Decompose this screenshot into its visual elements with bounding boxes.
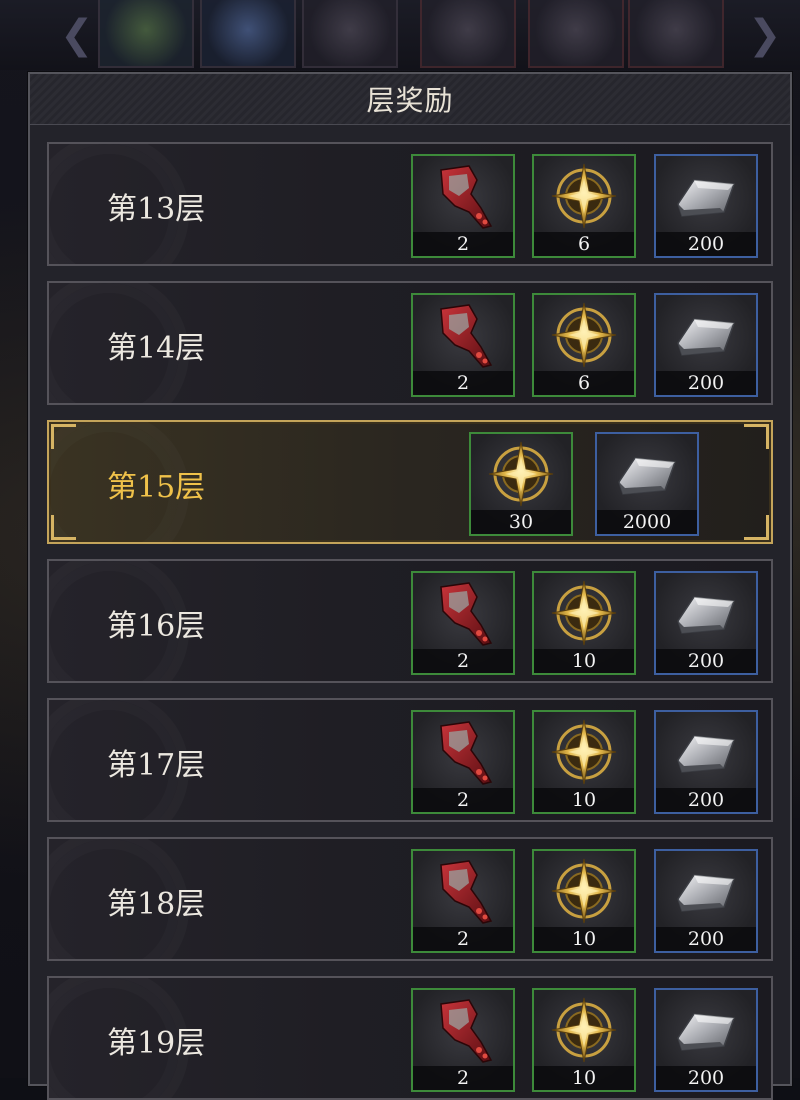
reward-item-shard[interactable]: 2 <box>411 849 515 953</box>
reward-quantity: 200 <box>656 927 756 951</box>
gold-corner-ornament <box>51 424 76 449</box>
reward-item-shard[interactable]: 2 <box>411 293 515 397</box>
top-tab-1[interactable] <box>98 0 194 68</box>
floor-row: 第16层 2 10 200 <box>47 559 773 683</box>
top-tab-2[interactable] <box>200 0 296 68</box>
reward-item-compass[interactable]: 10 <box>532 849 636 953</box>
top-tab-strip: ❮ ❯ <box>0 0 800 70</box>
reward-item-ingot[interactable]: 200 <box>654 293 758 397</box>
reward-item-compass[interactable]: 6 <box>532 154 636 258</box>
gold-corner-ornament <box>51 515 76 540</box>
floor-row: 第14层 2 6 200 <box>47 281 773 405</box>
reward-item-compass[interactable]: 10 <box>532 988 636 1092</box>
reward-quantity: 2000 <box>597 510 697 534</box>
floor-label: 第15层 <box>107 470 206 505</box>
floor-row: 第15层 30 2000 <box>47 420 773 544</box>
reward-quantity: 200 <box>656 232 756 256</box>
top-tab-5[interactable] <box>528 0 624 68</box>
left-arrow-icon[interactable]: ❮ <box>60 12 94 58</box>
reward-item-ingot[interactable]: 200 <box>654 849 758 953</box>
reward-quantity: 10 <box>534 649 634 673</box>
reward-quantity: 200 <box>656 1066 756 1090</box>
reward-item-ingot[interactable]: 2000 <box>595 432 699 536</box>
reward-item-compass[interactable]: 10 <box>532 710 636 814</box>
reward-item-ingot[interactable]: 200 <box>654 154 758 258</box>
top-tab-3[interactable] <box>302 0 398 68</box>
reward-quantity: 2 <box>413 788 513 812</box>
reward-quantity: 30 <box>471 510 571 534</box>
reward-item-shard[interactable]: 2 <box>411 710 515 814</box>
reward-quantity: 2 <box>413 232 513 256</box>
floor-row: 第17层 2 10 200 <box>47 698 773 822</box>
reward-quantity: 10 <box>534 788 634 812</box>
reward-quantity: 2 <box>413 371 513 395</box>
reward-item-shard[interactable]: 2 <box>411 988 515 1092</box>
reward-item-ingot[interactable]: 200 <box>654 988 758 1092</box>
reward-quantity: 10 <box>534 1066 634 1090</box>
reward-item-shard[interactable]: 2 <box>411 571 515 675</box>
reward-item-compass[interactable]: 30 <box>469 432 573 536</box>
reward-quantity: 2 <box>413 1066 513 1090</box>
reward-quantity: 6 <box>534 371 634 395</box>
reward-item-ingot[interactable]: 200 <box>654 710 758 814</box>
reward-quantity: 200 <box>656 788 756 812</box>
floor-label: 第19层 <box>107 1026 206 1061</box>
reward-item-shard[interactable]: 2 <box>411 154 515 258</box>
top-tab-6[interactable] <box>628 0 724 68</box>
reward-item-compass[interactable]: 10 <box>532 571 636 675</box>
floor-label: 第16层 <box>107 609 206 644</box>
floor-label: 第18层 <box>107 887 206 922</box>
reward-quantity: 2 <box>413 649 513 673</box>
right-arrow-icon[interactable]: ❯ <box>748 12 782 58</box>
reward-item-compass[interactable]: 6 <box>532 293 636 397</box>
floor-reward-panel: 层奖励 第13层 2 6 200 第14层 2 6 200 第15层 30 2000 第16层 2 10 2… <box>28 72 792 1100</box>
gold-corner-ornament <box>744 424 769 449</box>
reward-quantity: 2 <box>413 927 513 951</box>
floor-row: 第18层 2 10 200 <box>47 837 773 961</box>
reward-item-ingot[interactable]: 200 <box>654 571 758 675</box>
floor-label: 第14层 <box>107 331 206 366</box>
top-tab-4[interactable] <box>420 0 516 68</box>
reward-quantity: 200 <box>656 371 756 395</box>
panel-title: 层奖励 <box>366 84 454 117</box>
floor-row: 第19层 2 10 200 <box>47 976 773 1100</box>
panel-header: 层奖励 <box>30 74 790 125</box>
reward-quantity: 200 <box>656 649 756 673</box>
reward-quantity: 10 <box>534 927 634 951</box>
floor-label: 第17层 <box>107 748 206 783</box>
floor-label: 第13层 <box>107 192 206 227</box>
floor-row: 第13层 2 6 200 <box>47 142 773 266</box>
reward-quantity: 6 <box>534 232 634 256</box>
gold-corner-ornament <box>744 515 769 540</box>
